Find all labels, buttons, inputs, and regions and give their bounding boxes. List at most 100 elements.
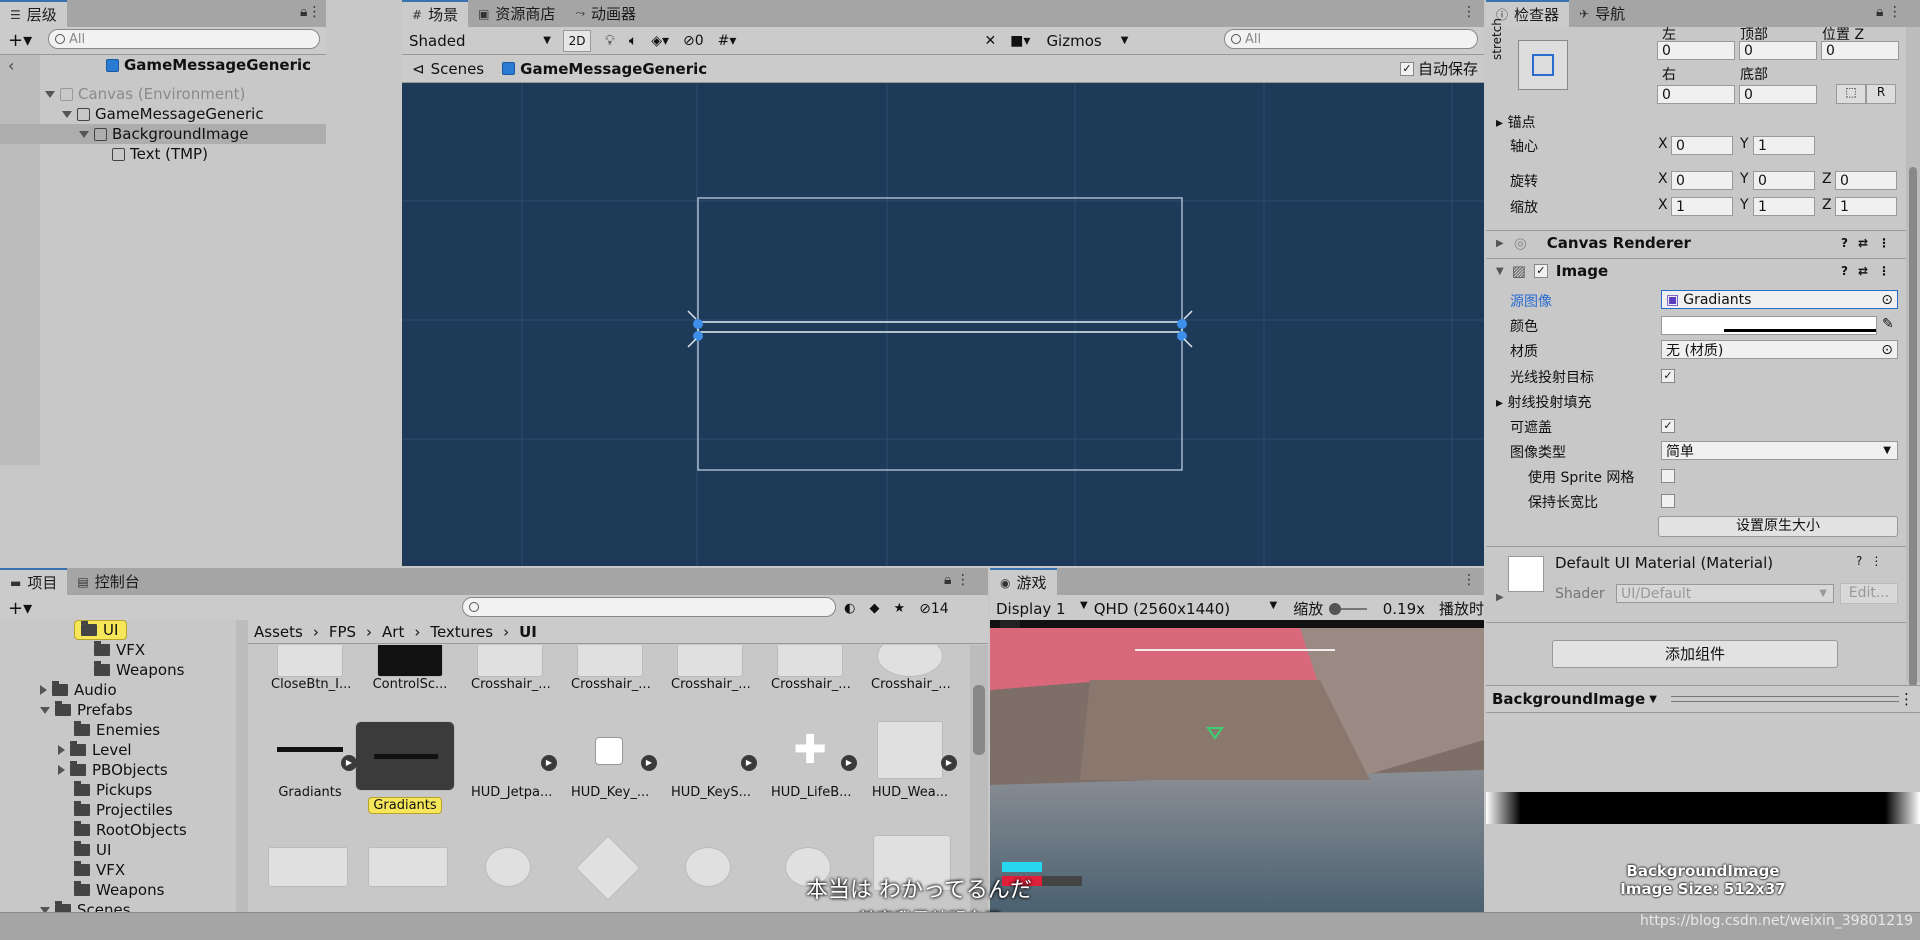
expand-sprite-icon[interactable]: ▶ [541,755,557,771]
hierarchy-item-canvas[interactable]: Canvas (Environment) [45,84,245,104]
tab-project[interactable]: ▬ 项目 [0,568,68,595]
asset-item[interactable]: HUD_KeyS... [671,721,751,800]
grid-snap-icon[interactable]: #▾ [718,33,737,49]
scale-z-field[interactable]: 1 [1835,197,1897,216]
path-fps[interactable]: FPS [329,623,356,641]
asset-item[interactable]: ControlSc... [371,645,449,692]
scene-viewport[interactable] [402,83,1484,566]
rotation-y-field[interactable]: 0 [1753,171,1815,190]
component-menu-icons[interactable]: ?⇄⋮ [1841,264,1900,278]
preview-menu-icon[interactable]: ⋮ [1899,690,1914,708]
canvas-renderer-header[interactable]: ▶ ◎ Canvas Renderer ?⇄⋮ [1490,231,1910,255]
asset-item[interactable]: Crosshair_... [671,645,751,692]
asset-thumbnail[interactable] [485,847,531,887]
anchor-presets-button[interactable] [1518,40,1568,90]
set-native-size-button[interactable]: 设置原生大小 [1658,516,1898,537]
anchor-handle[interactable] [693,319,703,329]
expand-arrow-icon[interactable] [58,745,65,755]
shader-edit-button[interactable]: Edit... [1840,583,1898,604]
posz-field[interactable]: 0 [1821,41,1899,60]
asset-item[interactable]: CloseBtn_I... [271,645,351,692]
folder-rootobjects[interactable]: RootObjects [74,820,187,840]
raw-edit-button[interactable]: R [1866,84,1896,104]
asset-item-selected[interactable]: Gradiants [351,721,459,814]
preserve-aspect-checkbox[interactable] [1661,494,1675,508]
tab-console[interactable]: ▤ 控制台 [67,568,149,595]
folder-weapons[interactable]: Weapons [94,660,184,680]
image-enabled-checkbox[interactable]: ✓ [1533,264,1548,278]
label-icon[interactable]: ◆ [869,601,879,616]
path-assets[interactable]: Assets [254,623,303,641]
tab-game[interactable]: ◉ 游戏 [990,568,1057,595]
scrollbar-thumb[interactable] [973,685,985,755]
asset-thumbnail[interactable] [268,847,348,887]
asset-item[interactable]: Gradiants [271,721,349,800]
image-component-header[interactable]: ▼ ▨ ✓ Image ?⇄⋮ [1490,259,1910,283]
expand-arrow-icon[interactable] [40,685,47,695]
component-menu-icons[interactable]: ?⇄⋮ [1841,236,1900,250]
inspector-lock-icon[interactable]: 🔒︎ ⋮ [1876,4,1902,20]
light-icon[interactable]: 💡︎ [605,33,615,49]
create-icon[interactable]: +▾ [8,598,32,619]
source-image-field[interactable]: ▣ Gradiants ⊙ [1661,290,1898,309]
expand-sprite-icon[interactable]: ▶ [641,755,657,771]
asset-thumbnail[interactable] [575,835,641,901]
folder-level[interactable]: Level [58,740,132,760]
autosave-checkbox[interactable]: ✓ [1399,61,1414,76]
color-field[interactable] [1661,316,1877,335]
material-field[interactable]: 无 (材质) ⊙ [1661,340,1898,359]
anchor-triangles[interactable] [687,310,1193,348]
anchors-foldout[interactable]: ▸ 锚点 [1496,112,1535,132]
asset-item[interactable]: Crosshair_... [871,645,951,692]
asset-thumbnail[interactable] [685,847,731,887]
expand-sprite-icon[interactable]: ▶ [841,755,857,771]
pivot-x-field[interactable]: 0 [1671,136,1733,155]
top-field[interactable]: 0 [1739,41,1817,60]
scale-slider[interactable] [1329,602,1367,615]
expand-arrow-icon[interactable] [79,130,89,138]
breadcrumb-scenes[interactable]: Scenes [431,60,485,78]
blueprint-mode-button[interactable]: ⬚ [1836,84,1866,104]
expand-sprite-icon[interactable]: ▶ [941,755,957,771]
shader-dropdown[interactable]: UI/Default ▼ [1616,584,1834,603]
slider-thumb[interactable] [1329,602,1342,615]
favorite-icon[interactable]: ★ [893,601,905,616]
tab-navigation[interactable]: ✈ 导航 [1569,0,1635,27]
asset-item[interactable]: HUD_Wea... [871,721,949,800]
folder-pickups[interactable]: Pickups [74,780,152,800]
folder-vfx-2[interactable]: VFX [74,860,125,880]
maskable-checkbox[interactable]: ✓ [1661,419,1675,433]
tab-hierarchy[interactable]: ☰ 层级 [0,0,67,27]
game-view[interactable] [990,620,1484,912]
expand-arrow-icon[interactable] [45,90,55,98]
pivot-y-field[interactable]: 1 [1753,136,1815,155]
expand-arrow-icon[interactable] [40,706,50,714]
backgroundimage-rect[interactable] [697,321,1183,333]
tab-scene[interactable]: # 场景 [402,0,469,27]
tab-animator[interactable]: ⤳ 动画器 [565,0,646,27]
hierarchy-search-input[interactable]: All [48,29,320,49]
project-lock-icon[interactable]: 🔒︎ ⋮ [944,572,970,588]
project-search-input[interactable] [462,597,836,617]
filter-type-icon[interactable]: ◐ [844,601,855,616]
raycast-padding-foldout[interactable]: ▸ 射线投射填充 [1496,392,1591,412]
hierarchy-lock-icon[interactable]: 🔒︎⋮ [300,4,321,20]
eyedropper-icon[interactable]: ✎ [1882,316,1894,332]
left-field[interactable]: 0 [1657,41,1735,60]
scale-y-field[interactable]: 1 [1753,197,1815,216]
asset-item[interactable]: ✚ HUD_LifeB... [771,721,852,800]
asset-item[interactable]: HUD_Key_... [571,721,649,800]
display-dropdown[interactable]: Display 1 ▼ [996,600,1088,618]
folder-audio[interactable]: Audio [40,680,117,700]
folder-enemies[interactable]: Enemies [74,720,160,740]
add-component-button[interactable]: 添加组件 [1552,640,1838,668]
folder-prefabs[interactable]: Prefabs [40,700,133,720]
scale-x-field[interactable]: 1 [1671,197,1733,216]
asset-thumbnail[interactable] [368,847,448,887]
material-menu-icons[interactable]: ?⋮ [1856,554,1890,568]
back-arrow-icon[interactable]: ‹ [8,56,14,75]
inspector-scrollbar[interactable] [1906,27,1920,687]
resolution-dropdown[interactable]: QHD (2560x1440) ▼ [1094,600,1278,618]
hierarchy-item-text-tmp[interactable]: Text (TMP) [112,144,208,164]
foldout-arrow-icon[interactable]: ▶ [1496,592,1504,603]
